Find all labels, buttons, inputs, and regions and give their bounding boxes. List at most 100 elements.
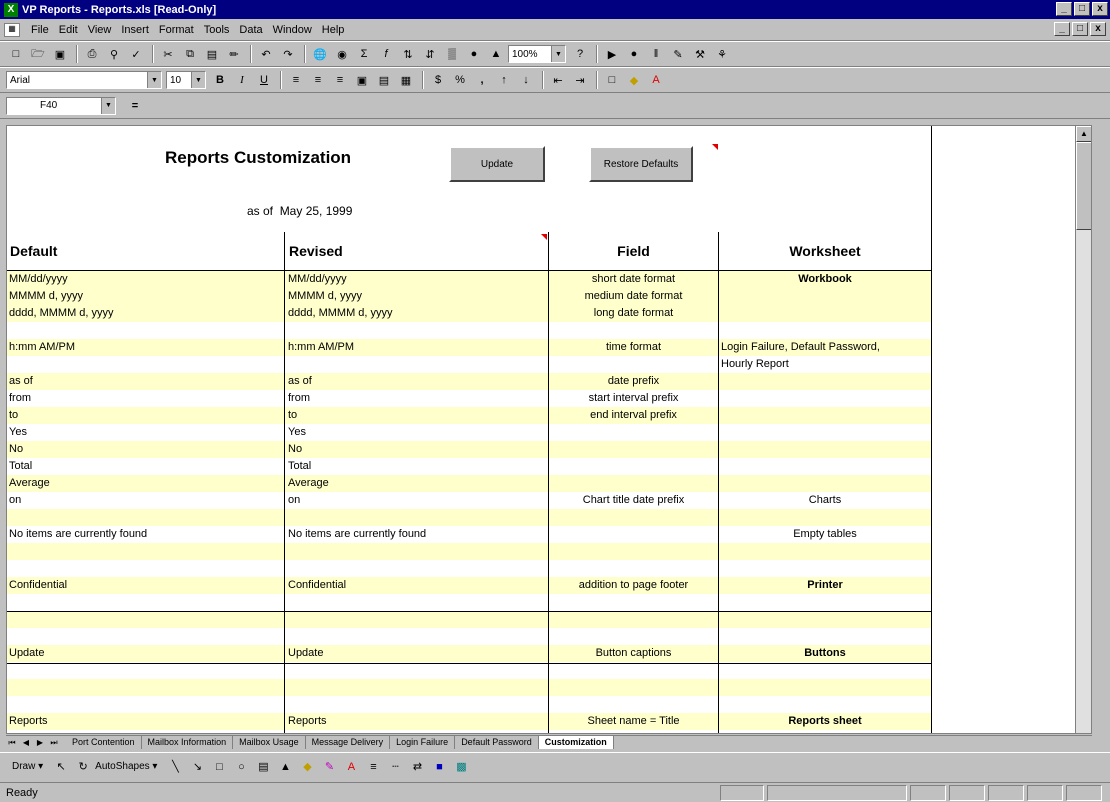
field-cell[interactable]	[549, 611, 718, 628]
table-row[interactable]	[7, 662, 931, 679]
sort-ascending-icon[interactable]: ⇅	[398, 44, 418, 64]
default-cell[interactable]: Reports	[9, 713, 283, 730]
arrow-style-icon[interactable]: ⇄	[407, 757, 427, 777]
copy-icon[interactable]: ⧉	[180, 44, 200, 64]
scroll-up-arrow[interactable]: ▲	[1076, 126, 1091, 142]
select-objects-icon[interactable]: ↖	[51, 757, 71, 777]
worksheet-cell[interactable]	[719, 611, 931, 628]
web-toolbar-icon[interactable]: ◉	[332, 44, 352, 64]
map-icon[interactable]: ●	[464, 44, 484, 64]
revised-cell[interactable]: Total	[288, 458, 548, 475]
font-color-icon[interactable]: A	[341, 757, 361, 777]
field-cell[interactable]: Button captions	[549, 645, 718, 662]
doc-restore-button[interactable]: □	[1072, 22, 1088, 36]
align-left-icon[interactable]: ≡	[286, 70, 306, 90]
revised-cell[interactable]	[288, 679, 548, 696]
worksheet-cell[interactable]	[719, 305, 931, 322]
line-color-icon[interactable]: ✎	[319, 757, 339, 777]
table-row[interactable]: Yes Yes	[7, 424, 931, 441]
decrease-decimal-icon[interactable]: ↓	[516, 70, 536, 90]
underline-button[interactable]: U	[254, 70, 274, 90]
revised-cell[interactable]	[288, 696, 548, 713]
menu-data[interactable]: Data	[234, 24, 267, 36]
arrow-icon[interactable]: ↘	[187, 757, 207, 777]
worksheet-cell[interactable]: Charts	[719, 492, 931, 509]
table-row[interactable]: from from start interval prefix	[7, 390, 931, 407]
revised-cell[interactable]: on	[288, 492, 548, 509]
prev-sheet-icon[interactable]: ◀	[20, 738, 32, 748]
autosum-icon[interactable]: Σ	[354, 44, 374, 64]
default-cell[interactable]	[9, 611, 283, 628]
stop-macro-icon[interactable]: ‖	[646, 44, 666, 64]
revised-cell[interactable]	[288, 322, 548, 339]
revised-cell[interactable]	[288, 356, 548, 373]
revised-cell[interactable]: Update	[288, 645, 548, 662]
text-box-icon[interactable]: ▤	[253, 757, 273, 777]
tab-mailbox-usage[interactable]: Mailbox Usage	[233, 736, 306, 749]
comment-indicator[interactable]	[541, 234, 547, 240]
field-cell[interactable]	[549, 475, 718, 492]
bold-button[interactable]: B	[210, 70, 230, 90]
menu-window[interactable]: Window	[268, 24, 317, 36]
format-painter-icon[interactable]: ✏	[224, 44, 244, 64]
field-cell[interactable]	[549, 424, 718, 441]
worksheet-cell[interactable]	[719, 441, 931, 458]
merge-cells-icon[interactable]: ▤	[374, 70, 394, 90]
table-row[interactable]: MMMM d, yyyy MMMM d, yyyy medium date form…	[7, 288, 931, 305]
spelling-icon[interactable]: ✓	[126, 44, 146, 64]
worksheet-cell[interactable]	[719, 628, 931, 645]
field-cell[interactable]	[549, 322, 718, 339]
table-row[interactable]: Reports Reports Sheet name = Title Reports …	[7, 713, 931, 730]
worksheet-cell[interactable]: Reports sheet	[719, 713, 931, 730]
field-cell[interactable]	[549, 441, 718, 458]
worksheet-cell[interactable]	[719, 679, 931, 696]
menu-edit[interactable]: Edit	[54, 24, 83, 36]
revised-cell[interactable]: No items are currently found	[288, 526, 548, 543]
edit-formula-button[interactable]: =	[120, 100, 150, 112]
tab-login-failure[interactable]: Login Failure	[390, 736, 456, 749]
italic-button[interactable]: I	[232, 70, 252, 90]
font-size-combo[interactable]: 10 ▼	[166, 71, 206, 89]
table-row[interactable]	[7, 696, 931, 713]
revised-cell[interactable]: Reports	[288, 713, 548, 730]
increase-indent-icon[interactable]: ⇥	[570, 70, 590, 90]
table-row[interactable]	[7, 611, 931, 628]
comma-button[interactable]: ,	[472, 70, 492, 90]
menu-insert[interactable]: Insert	[116, 24, 154, 36]
table-row[interactable]	[7, 679, 931, 696]
default-cell[interactable]: Update	[9, 645, 283, 662]
field-cell[interactable]	[549, 543, 718, 560]
font-combo[interactable]: Arial ▼	[6, 71, 162, 89]
worksheet-cell[interactable]: Workbook	[719, 271, 931, 288]
table-row[interactable]: Average Average	[7, 475, 931, 492]
borders-icon[interactable]: □	[602, 70, 622, 90]
wordart-icon[interactable]: ▲	[275, 757, 295, 777]
increase-decimal-icon[interactable]: ↑	[494, 70, 514, 90]
field-cell[interactable]	[549, 356, 718, 373]
worksheet-cell[interactable]	[719, 560, 931, 577]
cut-icon[interactable]: ✂	[158, 44, 178, 64]
next-sheet-icon[interactable]: ▶	[34, 738, 46, 748]
tab-customization[interactable]: Customization	[538, 736, 614, 749]
tab-mailbox-information[interactable]: Mailbox Information	[142, 736, 234, 749]
worksheet-cell[interactable]	[719, 662, 931, 679]
default-cell[interactable]	[9, 696, 283, 713]
close-button[interactable]: x	[1092, 2, 1108, 16]
revised-cell[interactable]	[288, 628, 548, 645]
currency-button[interactable]: $	[428, 70, 448, 90]
zoom-combo[interactable]: 100% ▼	[508, 45, 566, 63]
scroll-thumb[interactable]	[1076, 142, 1091, 230]
revised-cell[interactable]: MMMM d, yyyy	[288, 288, 548, 305]
field-cell[interactable]	[549, 696, 718, 713]
table-row[interactable]	[7, 594, 931, 611]
run-macro-icon[interactable]: ▶	[602, 44, 622, 64]
field-cell[interactable]	[549, 458, 718, 475]
align-right-icon[interactable]: ≡	[330, 70, 350, 90]
design-mode-icon[interactable]: ✎	[668, 44, 688, 64]
table-row[interactable]: Update Update Button captions Buttons	[7, 645, 931, 662]
worksheet-cell[interactable]	[719, 390, 931, 407]
update-button[interactable]: Update	[449, 146, 545, 182]
field-cell[interactable]: time format	[549, 339, 718, 356]
default-cell[interactable]	[9, 356, 283, 373]
default-cell[interactable]: No items are currently found	[9, 526, 283, 543]
